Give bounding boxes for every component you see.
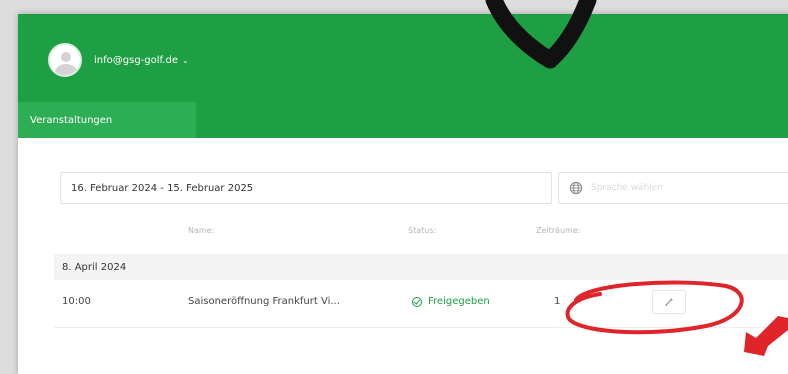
table-row[interactable]: 10:00 Saisoneröffnung Frankfurt Vi... Fr… bbox=[54, 280, 788, 328]
language-select[interactable]: Sprache wählen ⌄ bbox=[558, 172, 788, 204]
tab-label: Veranstaltungen bbox=[30, 114, 113, 126]
avatar-head-shape bbox=[61, 52, 71, 62]
user-email-dropdown[interactable]: info@gsg-golf.de ⌄ bbox=[94, 55, 189, 66]
tab-veranstaltungen[interactable]: Veranstaltungen bbox=[18, 102, 196, 138]
date-range-field[interactable]: 16. Februar 2024 - 15. Februar 2025 bbox=[60, 172, 552, 204]
status-badge: Freigegeben bbox=[412, 296, 490, 307]
event-name[interactable]: Saisoneröffnung Frankfurt Vi... bbox=[188, 296, 340, 307]
column-header-periods: Zeiträume: bbox=[536, 226, 581, 235]
language-placeholder: Sprache wählen bbox=[591, 183, 664, 193]
main-panel: info@gsg-golf.de ⌄ Veranstaltungen 16. F… bbox=[18, 14, 788, 374]
edit-button[interactable] bbox=[652, 290, 686, 314]
avatar[interactable] bbox=[48, 43, 82, 77]
column-header-status: Status: bbox=[408, 226, 437, 235]
user-menu[interactable]: info@gsg-golf.de ⌄ bbox=[48, 42, 189, 78]
user-email: info@gsg-golf.de bbox=[94, 54, 178, 66]
check-circle-icon bbox=[412, 296, 422, 307]
event-periods: 1 bbox=[554, 296, 561, 307]
date-range-value: 16. Februar 2024 - 15. Februar 2025 bbox=[71, 182, 254, 194]
chevron-down-icon: ⌄ bbox=[181, 55, 189, 65]
date-group-row: 8. April 2024 bbox=[54, 254, 788, 280]
event-time: 10:00 bbox=[62, 296, 91, 307]
column-header-name: Name: bbox=[188, 226, 215, 235]
status-label: Freigegeben bbox=[428, 296, 490, 307]
app-header: info@gsg-golf.de ⌄ Veranstaltungen bbox=[18, 14, 788, 138]
edit-icon bbox=[665, 298, 673, 306]
globe-icon bbox=[569, 181, 583, 195]
group-date: 8. April 2024 bbox=[62, 261, 127, 273]
avatar-body-shape bbox=[55, 64, 77, 75]
